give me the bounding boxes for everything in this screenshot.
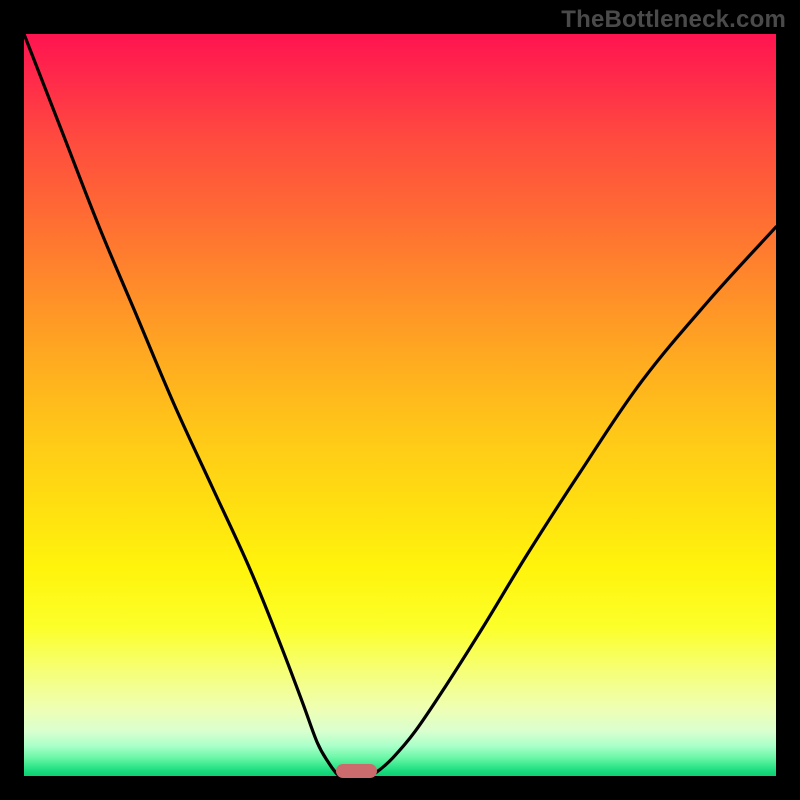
watermark-text: TheBottleneck.com: [561, 6, 786, 34]
curve-right-branch: [370, 227, 776, 776]
curve-left-branch: [24, 34, 340, 776]
optimal-zone-marker: [336, 764, 377, 778]
bottleneck-curves: [24, 34, 776, 776]
chart-frame: TheBottleneck.com: [0, 0, 800, 800]
plot-area: [24, 34, 776, 776]
